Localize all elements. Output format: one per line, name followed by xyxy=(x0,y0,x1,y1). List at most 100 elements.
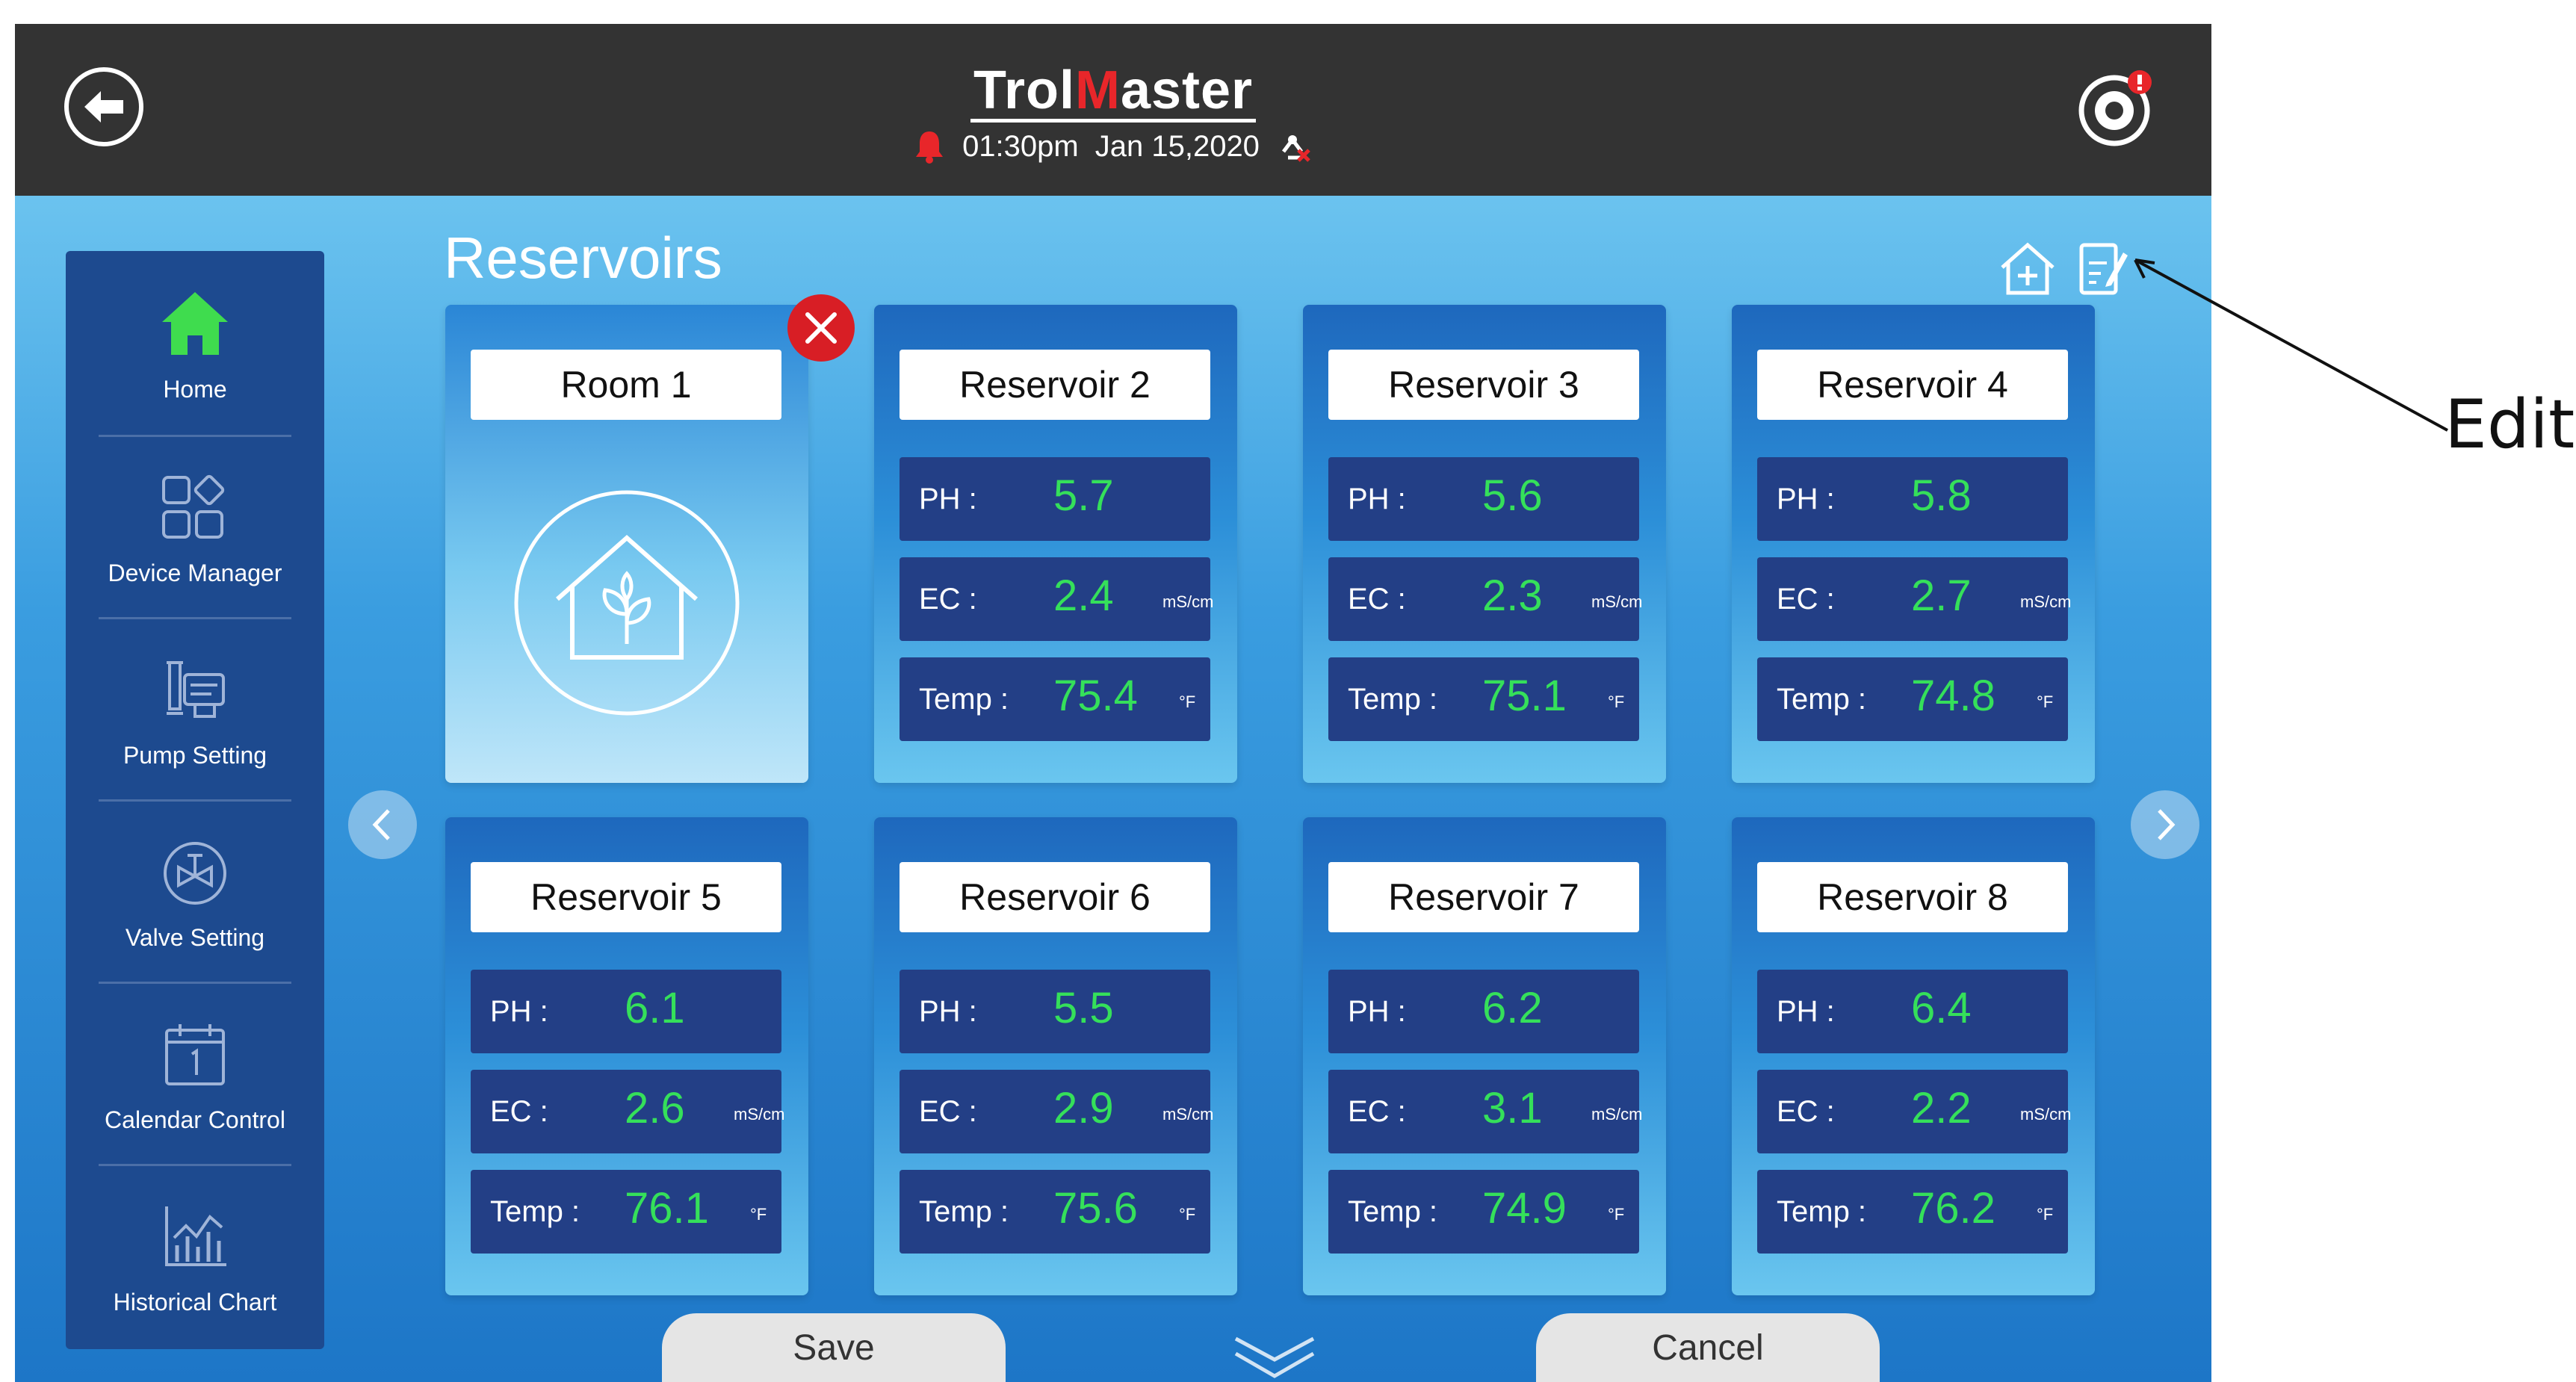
reservoir-card[interactable]: Reservoir 7 PH : 6.2 EC : 3.1 mS/cm Temp… xyxy=(1303,817,1666,1295)
ec-value: 2.3 xyxy=(1482,571,1543,620)
ec-value: 3.1 xyxy=(1482,1084,1543,1132)
ph-label: PH : xyxy=(490,995,548,1028)
temp-unit: °F xyxy=(1179,692,1196,711)
page-title: Reservoirs xyxy=(444,225,722,291)
reservoir-card[interactable]: Reservoir 5 PH : 6.1 EC : 2.6 mS/cm Temp… xyxy=(445,817,808,1295)
reservoir-card[interactable]: Reservoir 6 PH : 5.5 EC : 2.9 mS/cm Temp… xyxy=(874,817,1237,1295)
status-line: 01:30pm Jan 15,2020 xyxy=(15,128,2211,164)
temp-label: Temp : xyxy=(919,683,1009,716)
chart-icon xyxy=(165,1206,226,1266)
ec-value: 2.9 xyxy=(1053,1084,1114,1132)
sidebar-item-label: Valve Setting xyxy=(125,923,265,951)
ec-reading: EC : 2.6 mS/cm xyxy=(471,1070,784,1153)
sidebar-item-home[interactable]: Home xyxy=(66,251,324,433)
ph-value: 6.1 xyxy=(625,984,685,1032)
ec-reading: EC : 2.2 mS/cm xyxy=(1757,1070,2071,1153)
ec-value: 2.6 xyxy=(625,1084,685,1132)
chevron-left-icon xyxy=(372,809,390,840)
sidebar-item-label: Pump Setting xyxy=(123,741,267,769)
ec-label: EC : xyxy=(490,1095,548,1128)
temp-label: Temp : xyxy=(1348,1195,1438,1228)
ph-label: PH : xyxy=(1348,995,1406,1028)
temp-label: Temp : xyxy=(490,1195,580,1228)
greenhouse-plant-icon xyxy=(514,490,740,716)
double-chevron-down-icon[interactable] xyxy=(1230,1333,1319,1382)
ec-label: EC : xyxy=(1348,1095,1406,1128)
ph-label: PH : xyxy=(919,995,977,1028)
sidebar-item-label: Calendar Control xyxy=(105,1106,285,1133)
temp-reading: Temp : 75.1 °F xyxy=(1328,657,1639,741)
reservoir-card[interactable]: Reservoir 8 PH : 6.4 EC : 2.2 mS/cm Temp… xyxy=(1732,817,2095,1295)
current-date: Jan 15,2020 xyxy=(1095,129,1260,163)
temp-reading: Temp : 74.8 °F xyxy=(1757,657,2068,741)
temp-value: 75.4 xyxy=(1053,672,1138,720)
temp-unit: °F xyxy=(1608,1205,1625,1224)
next-page-button[interactable] xyxy=(2131,790,2199,859)
reservoir-card[interactable]: Reservoir 3 PH : 5.6 EC : 2.3 mS/cm Temp… xyxy=(1303,305,1666,783)
ph-reading: PH : 6.2 xyxy=(1328,970,1639,1053)
ph-value: 5.5 xyxy=(1053,984,1114,1032)
room-card[interactable]: Room 1 xyxy=(445,305,808,783)
reservoir-name: Reservoir 3 xyxy=(1328,350,1639,420)
delete-room-button[interactable] xyxy=(786,293,856,363)
temp-label: Temp : xyxy=(1777,683,1867,716)
temp-unit: °F xyxy=(1608,692,1625,711)
previous-page-button[interactable] xyxy=(348,790,417,859)
ec-unit: mS/cm xyxy=(2020,592,2072,611)
save-button[interactable]: Save xyxy=(662,1313,1006,1382)
sidebar-item-calendar-control[interactable]: Calendar Control xyxy=(66,982,324,1164)
ec-value: 2.4 xyxy=(1053,571,1114,620)
annotation-arrow xyxy=(2134,258,2448,432)
sidebar-item-valve-setting[interactable]: Valve Setting xyxy=(66,799,324,982)
ec-label: EC : xyxy=(1777,1095,1835,1128)
edit-button[interactable] xyxy=(2077,239,2129,299)
ec-unit: mS/cm xyxy=(1162,1105,1214,1124)
sidebar-item-historical-chart[interactable]: Historical Chart xyxy=(66,1164,324,1346)
pump-icon xyxy=(167,660,225,718)
ph-reading: PH : 5.7 xyxy=(900,457,1210,541)
calendar-icon xyxy=(165,1023,225,1085)
temp-reading: Temp : 76.1 °F xyxy=(471,1170,781,1254)
ec-reading: EC : 2.7 mS/cm xyxy=(1757,557,2071,641)
ec-value: 2.2 xyxy=(1911,1084,1972,1132)
temp-unit: °F xyxy=(750,1205,767,1224)
temp-reading: Temp : 74.9 °F xyxy=(1328,1170,1639,1254)
reservoir-name: Reservoir 6 xyxy=(900,862,1210,932)
temp-label: Temp : xyxy=(1348,683,1438,716)
ph-reading: PH : 6.1 xyxy=(471,970,781,1053)
home-icon xyxy=(162,291,228,355)
reservoir-card[interactable]: Reservoir 4 PH : 5.8 EC : 2.7 mS/cm Temp… xyxy=(1732,305,2095,783)
ec-reading: EC : 3.1 mS/cm xyxy=(1328,1070,1642,1153)
ec-label: EC : xyxy=(919,583,977,616)
sidebar-item-device-manager[interactable]: Device Manager xyxy=(66,435,324,617)
temp-value: 75.6 xyxy=(1053,1184,1138,1233)
ph-value: 6.2 xyxy=(1482,984,1543,1032)
add-home-icon xyxy=(2001,242,2055,295)
reservoir-name: Reservoir 2 xyxy=(900,350,1210,420)
sidebar-item-label: Home xyxy=(163,375,227,403)
temp-value: 74.8 xyxy=(1911,672,1996,720)
no-connection-icon xyxy=(1281,135,1310,162)
ec-unit: mS/cm xyxy=(1591,1105,1643,1124)
ph-label: PH : xyxy=(919,483,977,515)
ec-reading: EC : 2.9 mS/cm xyxy=(900,1070,1213,1153)
add-home-button[interactable] xyxy=(1998,239,2058,299)
device-manager-icon xyxy=(162,474,225,539)
sidebar: Home Device Manager Pump Setting Valve S… xyxy=(66,251,324,1349)
cancel-button[interactable]: Cancel xyxy=(1536,1313,1880,1382)
annotation-label: Edit xyxy=(2445,385,2575,464)
settings-button[interactable] xyxy=(2075,67,2159,151)
reservoir-card[interactable]: Reservoir 2 PH : 5.7 EC : 2.4 mS/cm Temp… xyxy=(874,305,1237,783)
temp-reading: Temp : 75.6 °F xyxy=(900,1170,1210,1254)
valve-icon xyxy=(164,841,226,905)
ph-value: 6.4 xyxy=(1911,984,1972,1032)
sidebar-item-pump-setting[interactable]: Pump Setting xyxy=(66,617,324,799)
ec-reading: EC : 2.4 mS/cm xyxy=(900,557,1213,641)
ph-label: PH : xyxy=(1777,995,1835,1028)
ec-unit: mS/cm xyxy=(1591,592,1643,611)
sidebar-item-label: Device Manager xyxy=(108,559,282,586)
ec-unit: mS/cm xyxy=(734,1105,785,1124)
reservoir-name: Reservoir 7 xyxy=(1328,862,1639,932)
brand-logo: TrolMaster xyxy=(15,60,2211,123)
reservoir-name: Reservoir 5 xyxy=(471,862,781,932)
